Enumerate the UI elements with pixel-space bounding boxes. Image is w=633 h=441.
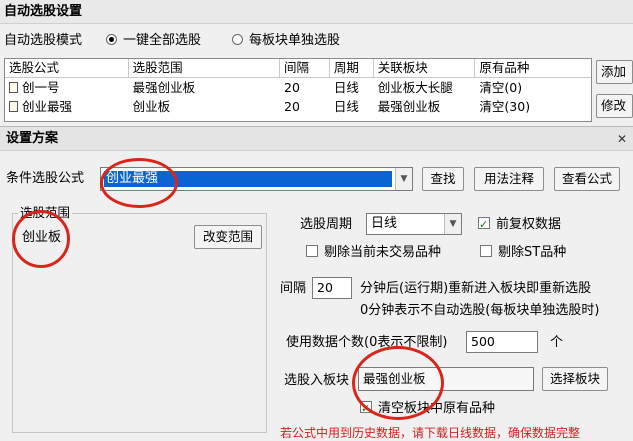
col-original[interactable]: 原有品种 [475, 59, 591, 77]
view-formula-button[interactable]: 查看公式 [554, 167, 620, 191]
exclude-st-checkbox[interactable]: 剔除ST品种 [480, 243, 566, 263]
mode-option-all[interactable]: 一键全部选股 [106, 32, 201, 50]
mode-label: 自动选股模式 [4, 33, 83, 48]
change-range-button[interactable]: 改变范围 [194, 225, 262, 249]
data-count-input[interactable]: 500 [466, 331, 538, 353]
clear-block-checkbox[interactable]: 清空板块中原有品种 [360, 399, 495, 419]
document-icon [9, 82, 18, 93]
formula-combobox[interactable]: 创业最强 ▼ [100, 167, 413, 191]
radio-unselected-icon[interactable] [232, 34, 243, 45]
document-icon [9, 101, 18, 112]
checkbox-checked-icon[interactable] [478, 215, 490, 235]
range-group-label: 选股范围 [18, 205, 73, 221]
radio-selected-icon[interactable] [106, 34, 117, 45]
range-value: 创业板 [22, 230, 62, 245]
period-value: 日线 [371, 216, 398, 231]
add-button[interactable]: 添加 [596, 60, 633, 84]
table-header: 选股公式 选股范围 间隔 周期 关联板块 原有品种 [5, 59, 591, 78]
col-formula[interactable]: 选股公式 [5, 59, 129, 77]
interval-input[interactable]: 20 [312, 277, 352, 299]
dialog-title: 设置方案 [0, 127, 633, 151]
usage-notes-button[interactable]: 用法注释 [474, 167, 544, 191]
data-count-label: 使用数据个数(0表示不限制) [286, 335, 448, 350]
find-button[interactable]: 查找 [422, 167, 464, 191]
table-row[interactable]: 创一号 最强创业板 20 日线 创业板大长腿 清空(0) [5, 78, 591, 97]
choose-block-button[interactable]: 选择板块 [542, 367, 608, 391]
chevron-down-icon[interactable]: ▼ [395, 168, 412, 190]
formula-label: 条件选股公式 [6, 171, 85, 186]
checkbox-checked-icon[interactable] [360, 399, 372, 419]
data-count-unit: 个 [550, 335, 564, 350]
window-title: 自动选股设置 [0, 0, 633, 24]
period-combobox[interactable]: 日线 ▼ [366, 213, 462, 235]
mode-option-per-block[interactable]: 每板块单独选股 [232, 32, 340, 50]
col-interval[interactable]: 间隔 [280, 59, 330, 77]
target-block-field[interactable]: 最强创业板 [358, 367, 534, 391]
warning-text: 若公式中用到历史数据，请下载日线数据，确保数据完整 [280, 426, 581, 440]
period-label: 选股周期 [300, 217, 353, 232]
exclude-no-trade-checkbox[interactable]: 剔除当前未交易品种 [306, 243, 441, 263]
table-row[interactable]: 创业最强 创业板 20 日线 最强创业板 清空(30) [5, 97, 591, 116]
interval-label: 间隔 [280, 281, 307, 296]
checkbox-icon[interactable] [480, 245, 492, 257]
interval-desc-2: 0分钟表示不自动选股(每板块单独选股时) [360, 303, 600, 318]
interval-desc-1: 分钟后(运行期)重新进入板块即重新选股 [360, 281, 592, 296]
checkbox-icon[interactable] [306, 245, 318, 257]
col-linked-block[interactable]: 关联板块 [374, 59, 476, 77]
close-icon[interactable]: ✕ [614, 131, 630, 147]
target-block-label: 选股入板块 [284, 373, 350, 388]
settings-dialog: 设置方案 ✕ 条件选股公式 创业最强 ▼ 查找 用法注释 查看公式 选股范围 创… [0, 126, 633, 440]
modify-button[interactable]: 修改 [596, 94, 633, 118]
col-period[interactable]: 周期 [330, 59, 374, 77]
col-range[interactable]: 选股范围 [129, 59, 281, 77]
formula-selected-text: 创业最强 [104, 171, 392, 187]
formula-table: 选股公式 选股范围 间隔 周期 关联板块 原有品种 创一号 最强创业板 20 日… [4, 58, 592, 122]
prior-adjust-checkbox[interactable]: 前复权数据 [478, 215, 561, 235]
chevron-down-icon[interactable]: ▼ [444, 214, 461, 234]
